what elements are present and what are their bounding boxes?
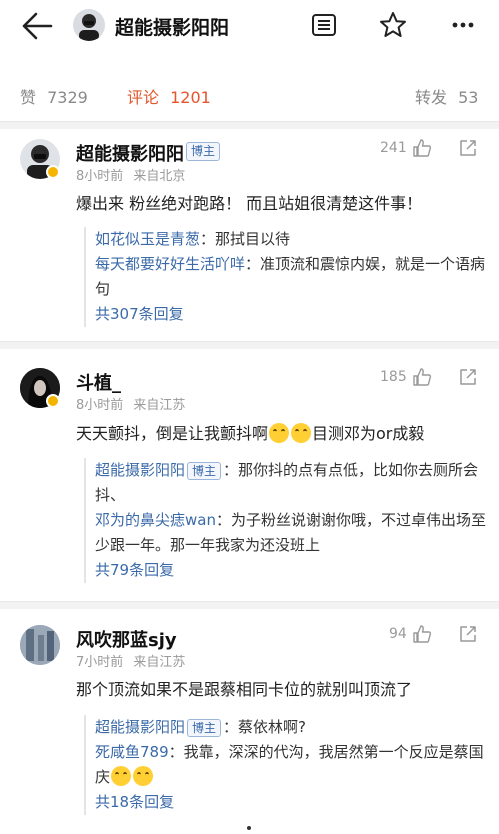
reposts-count: 53 — [458, 88, 479, 107]
comment-location: 来自北京 — [133, 169, 186, 184]
like-count: 185 — [380, 369, 407, 385]
comment-item: 风吹那蓝sjy 7小时前 来自江苏 94 那个顶流如果不是跟蔡相同卡位的就别叫顶… — [0, 609, 499, 829]
emoji-icon — [269, 423, 290, 443]
comment-meta: 7小时前 来自江苏 — [76, 651, 185, 670]
share-icon[interactable] — [458, 624, 478, 644]
back-arrow-icon[interactable] — [20, 10, 54, 42]
author-tag: 博主 — [187, 462, 222, 480]
comment-text: 那个顶流如果不是跟蔡相同卡位的就别叫顶流了 — [76, 680, 413, 699]
section-divider — [0, 121, 499, 129]
username[interactable]: 斗植_ — [76, 369, 121, 395]
tab-comments[interactable]: 评论 1201 — [127, 84, 211, 108]
share-icon[interactable] — [458, 138, 478, 158]
reply-author[interactable]: 邓为的鼻尖痣wan — [95, 511, 216, 529]
tab-reposts[interactable]: 转发 53 — [415, 84, 478, 108]
more-icon[interactable] — [448, 10, 478, 40]
like-count: 241 — [380, 140, 407, 156]
comment-item: 斗植_ 8小时前 来自江苏 185 天天颤抖，倒是让我颤抖啊 目测邓为or成毅 超… — [0, 349, 499, 601]
likes-count: 7329 — [47, 88, 88, 107]
comment-text: 爆出来 粉丝绝对跑路！ 而且站姐很清楚这件事！ — [76, 194, 423, 213]
page-indicator-dot — [247, 826, 251, 830]
author-tag: 博主 — [187, 719, 222, 737]
reply-author[interactable]: 如花似玉是青葱 — [95, 230, 200, 248]
more-replies-link[interactable]: 共18条回复 — [95, 790, 488, 815]
comment-meta: 8小时前 来自江苏 — [76, 394, 185, 413]
reply-text: ：那拭目以待 — [200, 230, 291, 248]
comment-time: 7小时前 — [76, 655, 124, 670]
emoji-icon — [133, 766, 154, 786]
like-icon[interactable] — [412, 624, 432, 644]
comments-count: 1201 — [170, 88, 211, 107]
page-title: 超能摄影阳阳 — [115, 17, 230, 39]
reply-item: 超能摄影阳阳 博主 ：那你抖的点有点低，比如你去厕所会抖、 — [95, 458, 488, 508]
avatar[interactable] — [20, 625, 60, 665]
like-icon[interactable] — [412, 138, 432, 158]
reply-text: ：蔡依林啊? — [223, 718, 306, 736]
reply-author[interactable]: 超能摄影阳阳 — [95, 461, 185, 479]
top-bar: 超能摄影阳阳 — [0, 0, 499, 52]
verified-badge-icon — [46, 394, 60, 408]
comment-time: 8小时前 — [76, 398, 124, 413]
like-icon[interactable] — [412, 367, 432, 387]
comment-location: 来自江苏 — [133, 398, 186, 413]
comments-label: 评论 — [127, 88, 160, 107]
verified-badge-icon — [46, 165, 60, 179]
share-icon[interactable] — [458, 367, 478, 387]
reply-item: 超能摄影阳阳 博主 ：蔡依林啊? — [95, 715, 488, 740]
reply-item: 邓为的鼻尖痣wan：为子粉丝说谢谢你哦，不过卓伟出场至少跟一年。那一年我家为还没… — [95, 508, 488, 558]
emoji-icon — [291, 423, 312, 443]
reply-author[interactable]: 超能摄影阳阳 — [95, 718, 185, 736]
comment-item: 超能摄影阳阳 博主 8小时前 来自北京 241 爆出来 粉丝绝对跑路！ 而且站姐… — [0, 129, 499, 341]
stats-bar: 赞 7329 评论 1201 转发 53 — [0, 78, 499, 110]
star-icon[interactable] — [378, 10, 408, 40]
comment-text: 天天颤抖，倒是让我颤抖啊 目测邓为or成毅 — [76, 421, 424, 447]
reposts-label: 转发 — [415, 88, 448, 107]
comment-separator — [0, 341, 499, 349]
reply-author[interactable]: 死咸鱼789 — [95, 743, 169, 761]
like-count: 94 — [389, 626, 407, 642]
reply-item: 死咸鱼789：我靠，深深的代沟，我居然第一个反应是蔡国庆 — [95, 740, 488, 790]
likes-label: 赞 — [20, 88, 37, 107]
tab-likes[interactable]: 赞 7329 — [20, 84, 88, 108]
reply-item: 每天都要好好生活吖咩：准顶流和震惊内娱，就是一个语病句 — [95, 252, 488, 302]
comment-text-part: 天天颤抖，倒是让我颤抖啊 — [76, 424, 269, 443]
reply-item: 如花似玉是青葱：那拭目以待 — [95, 227, 488, 252]
username[interactable]: 超能摄影阳阳 — [76, 140, 184, 166]
reply-box: 超能摄影阳阳 博主 ：那你抖的点有点低，比如你去厕所会抖、 邓为的鼻尖痣wan：为子… — [84, 458, 488, 583]
author-tag: 博主 — [186, 142, 221, 161]
list-icon[interactable] — [309, 10, 339, 40]
header-avatar[interactable] — [73, 9, 105, 41]
comment-separator — [0, 601, 499, 609]
comment-text-part: 目测邓为or成毅 — [312, 424, 425, 443]
more-replies-link[interactable]: 共79条回复 — [95, 558, 488, 583]
comment-location: 来自江苏 — [133, 655, 186, 670]
comment-time: 8小时前 — [76, 169, 124, 184]
reply-box: 如花似玉是青葱：那拭目以待 每天都要好好生活吖咩：准顶流和震惊内娱，就是一个语病… — [84, 227, 488, 327]
more-replies-link[interactable]: 共307条回复 — [95, 302, 488, 327]
comment-meta: 8小时前 来自北京 — [76, 165, 185, 184]
reply-author[interactable]: 每天都要好好生活吖咩 — [95, 255, 245, 273]
reply-box: 超能摄影阳阳 博主 ：蔡依林啊? 死咸鱼789：我靠，深深的代沟，我居然第一个反应是… — [84, 715, 488, 815]
username[interactable]: 风吹那蓝sjy — [76, 626, 177, 652]
emoji-icon — [111, 766, 132, 786]
